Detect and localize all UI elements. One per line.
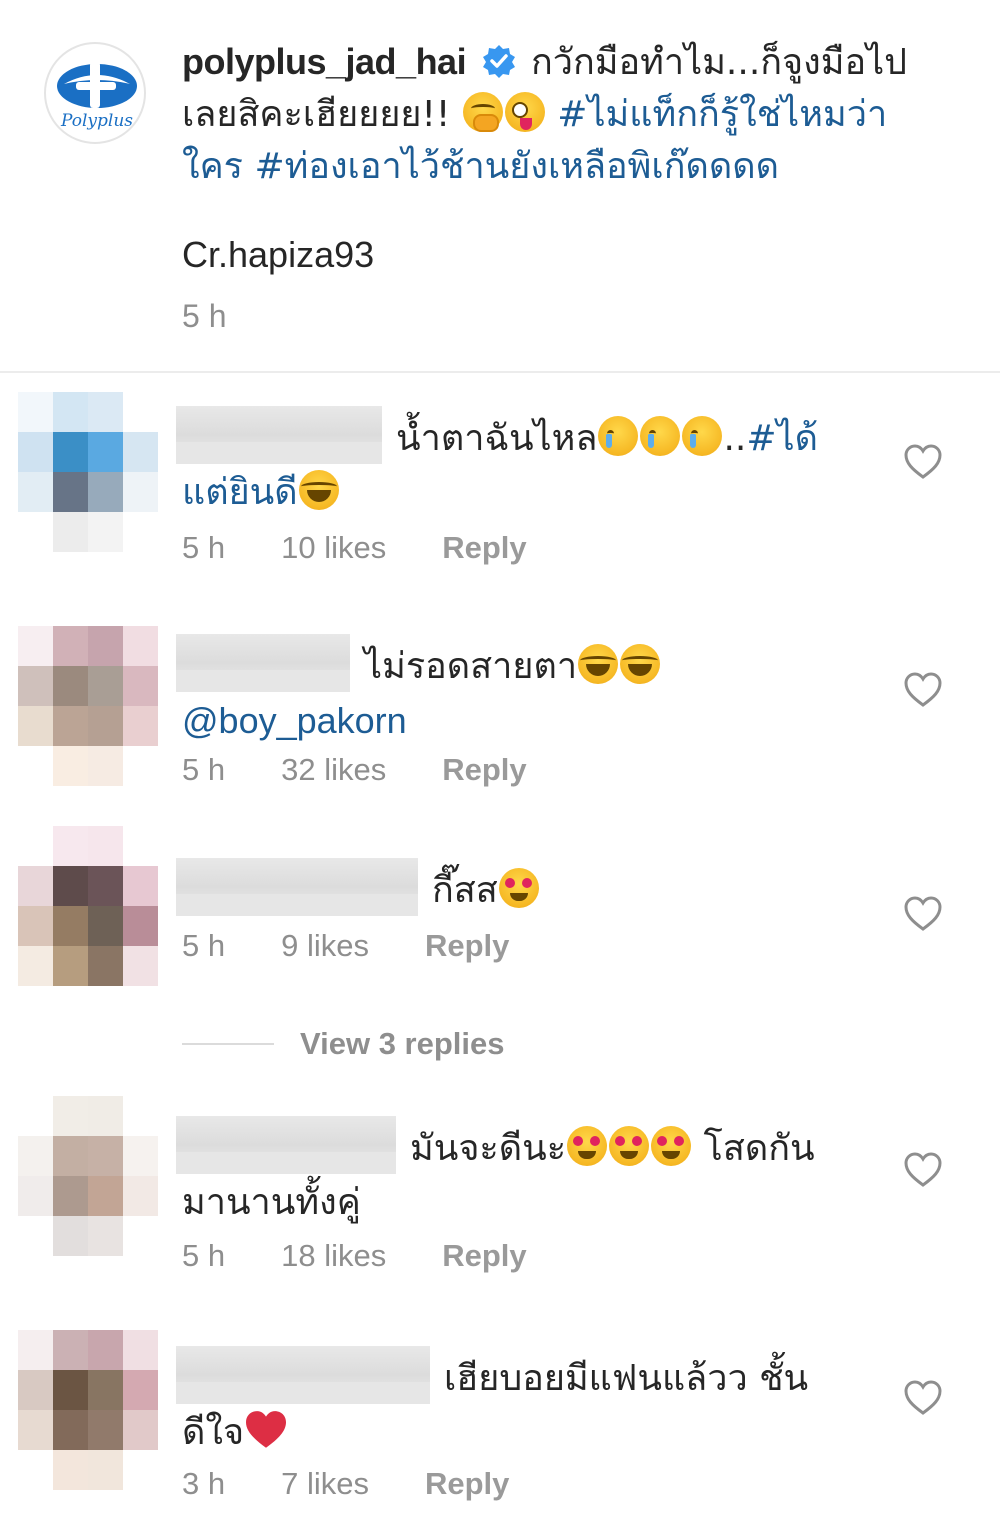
comment-likes[interactable]: 9 likes	[281, 928, 369, 964]
comment-hashtag[interactable]: #ได้	[746, 418, 818, 459]
tears-of-joy-icon	[620, 644, 661, 684]
comment-mention[interactable]: @boy_pakorn	[182, 700, 407, 741]
heart-eyes-icon	[567, 1126, 608, 1166]
blurred-username[interactable]	[176, 634, 350, 692]
comment-timestamp: 5 h	[182, 530, 226, 565]
comment-text-after: ..	[723, 418, 747, 459]
reply-button[interactable]: Reply	[425, 928, 509, 964]
comment-text-after: โสดกัน	[703, 1128, 815, 1169]
comment-likes[interactable]: 18 likes	[281, 1238, 386, 1274]
blurred-username[interactable]	[176, 1346, 430, 1404]
comment-text: มันจะดีนะ โสดกัน มานานทั้งคู่	[176, 1116, 866, 1230]
comment-timestamp: 5 h	[182, 928, 226, 963]
crying-face-icon	[682, 416, 723, 456]
avatar[interactable]	[18, 626, 158, 786]
blurred-username[interactable]	[176, 1116, 396, 1174]
comment-text-main: น้ำตาฉันไหล	[396, 418, 598, 459]
blurred-username[interactable]	[176, 858, 418, 916]
heart-eyes-icon	[609, 1126, 650, 1166]
zany-face-icon	[504, 92, 545, 132]
comment-meta: 5 h 10 likes Reply	[182, 530, 527, 566]
replies-divider-line	[182, 1043, 274, 1045]
like-heart-icon[interactable]	[904, 444, 942, 480]
comment-likes[interactable]: 32 likes	[281, 752, 386, 788]
comment-text-line2: มานานทั้งคู่	[182, 1182, 361, 1223]
like-heart-icon[interactable]	[904, 1152, 942, 1188]
comment-likes[interactable]: 7 likes	[281, 1466, 369, 1502]
heart-eyes-icon	[498, 868, 539, 908]
blurred-username[interactable]	[176, 406, 382, 464]
comment-text-line2: แต่ยินดี	[182, 472, 298, 513]
caption-hashtag-2[interactable]: #ท่องเอาไว้ช้านยังเหลือพิเก๊ดดดด	[254, 146, 779, 187]
crying-face-icon	[598, 416, 639, 456]
post-caption: Polyplus polyplus_jad_hai กวักมือทำไม...…	[0, 0, 1000, 372]
comment-text: กี๊สส	[176, 858, 866, 918]
reply-button[interactable]: Reply	[425, 1466, 509, 1502]
comment-meta: 5 h 18 likes Reply	[182, 1238, 527, 1274]
face-with-hand-over-mouth-icon	[462, 92, 503, 132]
comment-likes[interactable]: 10 likes	[281, 530, 386, 566]
avatar[interactable]	[18, 392, 158, 552]
comment-timestamp: 5 h	[182, 752, 226, 787]
red-heart-icon	[246, 1411, 287, 1448]
polyplus-logo-icon: Polyplus	[57, 62, 137, 131]
comment-text-main: เฮียบอยมีแฟนแล้วว ชั้น	[444, 1358, 809, 1399]
post-username[interactable]: polyplus_jad_hai	[182, 41, 467, 82]
comment-meta: 5 h 9 likes Reply	[182, 928, 509, 964]
comment-text: เฮียบอยมีแฟนแล้วว ชั้น ดีใจ	[176, 1346, 866, 1460]
reply-button[interactable]: Reply	[442, 1238, 526, 1274]
avatar[interactable]	[18, 826, 158, 986]
caption-divider	[0, 371, 1000, 373]
tears-of-joy-icon	[298, 470, 339, 510]
comment-timestamp: 5 h	[182, 1238, 226, 1273]
heart-eyes-icon	[651, 1126, 692, 1166]
caption-credit: Cr.hapiza93	[182, 234, 375, 275]
like-heart-icon[interactable]	[904, 1380, 942, 1416]
tears-of-joy-icon	[578, 644, 619, 684]
comment-text: ไม่รอดสายตา @boy_pakorn	[176, 634, 866, 749]
comment-meta: 3 h 7 likes Reply	[182, 1466, 509, 1502]
polyplus-logo-avatar[interactable]: Polyplus	[44, 42, 146, 144]
crying-face-icon	[640, 416, 681, 456]
caption-text-block: polyplus_jad_hai กวักมือทำไม...ก็จูงมือไ…	[182, 36, 942, 193]
comment-text-main: กี๊สส	[432, 870, 498, 911]
comment-text: น้ำตาฉันไหล ..#ได้ แต่ยินดี	[176, 406, 866, 520]
avatar[interactable]	[18, 1330, 158, 1490]
comment-timestamp: 3 h	[182, 1466, 226, 1501]
reply-button[interactable]: Reply	[442, 752, 526, 788]
view-replies-label: View 3 replies	[300, 1026, 505, 1061]
comment-meta: 5 h 32 likes Reply	[182, 752, 527, 788]
comment-text-main: ไม่รอดสายตา	[364, 646, 578, 687]
avatar[interactable]	[18, 1096, 158, 1256]
logo-wordmark: Polyplus	[60, 111, 133, 131]
view-replies-button[interactable]: View 3 replies	[182, 1020, 505, 1068]
like-heart-icon[interactable]	[904, 896, 942, 932]
comment-text-line2: ดีใจ	[182, 1412, 245, 1453]
like-heart-icon[interactable]	[904, 672, 942, 708]
caption-timestamp: 5 h	[182, 298, 227, 334]
reply-button[interactable]: Reply	[442, 530, 526, 566]
comment-text-main: มันจะดีนะ	[410, 1128, 567, 1169]
verified-badge-icon	[482, 45, 515, 78]
